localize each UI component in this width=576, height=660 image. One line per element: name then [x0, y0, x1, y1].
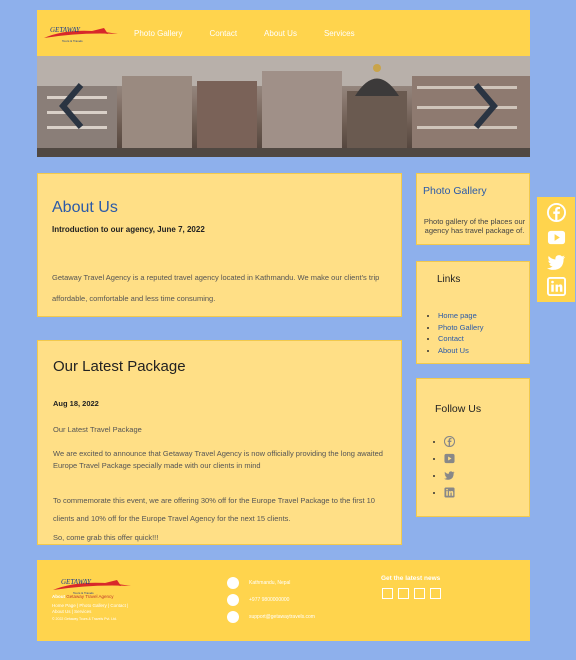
logo-tagline: Tours & Travels [62, 39, 83, 43]
links-title: Links [437, 274, 461, 285]
footer-copyright: © 2022 Getaway Tours & Travels Pvt. Ltd. [52, 617, 117, 621]
footer-news-title: Get the latest news [381, 575, 441, 582]
follow-card: Follow Us [416, 378, 530, 517]
footer-logo-text: GETAWAY [61, 578, 92, 586]
location-icon [227, 577, 239, 589]
about-subtitle: Introduction to our agency, June 7, 2022 [52, 225, 205, 234]
about-title: About Us [52, 199, 118, 216]
footer-phone[interactable]: +977 9800000000 [249, 597, 289, 603]
list-item: Home page [438, 310, 483, 322]
list-item [444, 450, 455, 467]
carousel-prev-icon[interactable] [57, 81, 87, 131]
facebook-icon[interactable] [547, 203, 566, 222]
youtube-icon[interactable] [547, 228, 566, 247]
site-footer: GETAWAY Tours & Travels About Getaway Tr… [37, 560, 530, 641]
twitter-icon[interactable] [444, 470, 455, 481]
social-share-bar [537, 197, 575, 302]
list-item [444, 467, 455, 484]
nav-photo-gallery[interactable]: Photo Gallery [134, 29, 182, 38]
gallery-title[interactable]: Photo Gallery [423, 185, 487, 197]
footer-email[interactable]: support@getawaytravels.com [249, 614, 315, 620]
package-text-3: To commemorate this event, we are offeri… [53, 496, 375, 523]
footer-phone-row: +977 9800000000 [227, 594, 289, 606]
nav-about-us[interactable]: About Us [264, 29, 297, 38]
facebook-icon[interactable] [382, 588, 393, 599]
logo-text: GETAWAY [50, 26, 81, 34]
links-card: Links Home page Photo Gallery Contact Ab… [416, 261, 530, 364]
package-text-2: We are excited to announce that Getaway … [53, 449, 383, 470]
follow-list [434, 433, 455, 501]
gallery-text: Photo gallery of the places our agency h… [423, 217, 526, 235]
linkedin-icon[interactable] [444, 487, 455, 498]
package-card: Our Latest Package Aug 18, 2022 Our Late… [37, 340, 402, 545]
carousel-next-icon[interactable] [470, 81, 500, 131]
footer-address: Kathmandu, Nepal [249, 580, 291, 586]
hero-carousel [37, 56, 530, 157]
footer-about-label: About [52, 594, 65, 599]
link-contact[interactable]: Contact [438, 334, 464, 343]
list-item: Photo Gallery [438, 322, 483, 334]
youtube-icon[interactable] [444, 453, 455, 464]
package-date: Aug 18, 2022 [53, 399, 99, 408]
about-body: Getaway Travel Agency is a reputed trave… [52, 273, 380, 303]
facebook-icon[interactable] [444, 436, 455, 448]
package-text-1: Our Latest Travel Package [53, 425, 142, 434]
logo[interactable]: GETAWAY Tours & Travels [42, 22, 120, 44]
links-list: Home page Photo Gallery Contact About Us [428, 310, 483, 356]
list-item [444, 484, 455, 501]
link-home-page[interactable]: Home page [438, 311, 477, 320]
link-about-us[interactable]: About Us [438, 346, 469, 355]
nav-contact[interactable]: Contact [209, 29, 237, 38]
twitter-icon[interactable] [414, 588, 425, 599]
footer-address-row: Kathmandu, Nepal [227, 577, 290, 589]
link-photo-gallery[interactable]: Photo Gallery [438, 323, 483, 332]
email-icon [227, 611, 239, 623]
about-card: About Us Introduction to our agency, Jun… [37, 173, 402, 317]
hero-image [37, 56, 530, 157]
gallery-card: Photo Gallery Photo gallery of the place… [416, 173, 530, 245]
footer-about-text: Getaway Travel Agency [66, 594, 114, 599]
footer-logo[interactable]: GETAWAY Tours & Travels [51, 574, 133, 596]
list-item: About Us [438, 345, 483, 357]
list-item [444, 433, 455, 450]
nav-services[interactable]: Services [324, 29, 355, 38]
package-title: Our Latest Package [53, 358, 186, 375]
phone-icon [227, 594, 239, 606]
list-item: Contact [438, 333, 483, 345]
site-header: GETAWAY Tours & Travels Photo Gallery Co… [37, 10, 530, 56]
linkedin-icon[interactable] [430, 588, 441, 599]
package-text-4: So, come grab this offer quick!!! [53, 533, 159, 542]
twitter-icon[interactable] [547, 253, 566, 272]
follow-title: Follow Us [435, 403, 482, 415]
email-icon[interactable] [398, 588, 409, 599]
footer-links-2[interactable]: About Us | Services [52, 609, 91, 615]
footer-about: About Getaway Travel Agency [52, 594, 114, 600]
linkedin-icon[interactable] [547, 277, 566, 296]
main-nav: Photo Gallery Contact About Us Services [134, 29, 382, 38]
footer-email-row: support@getawaytravels.com [227, 611, 315, 623]
